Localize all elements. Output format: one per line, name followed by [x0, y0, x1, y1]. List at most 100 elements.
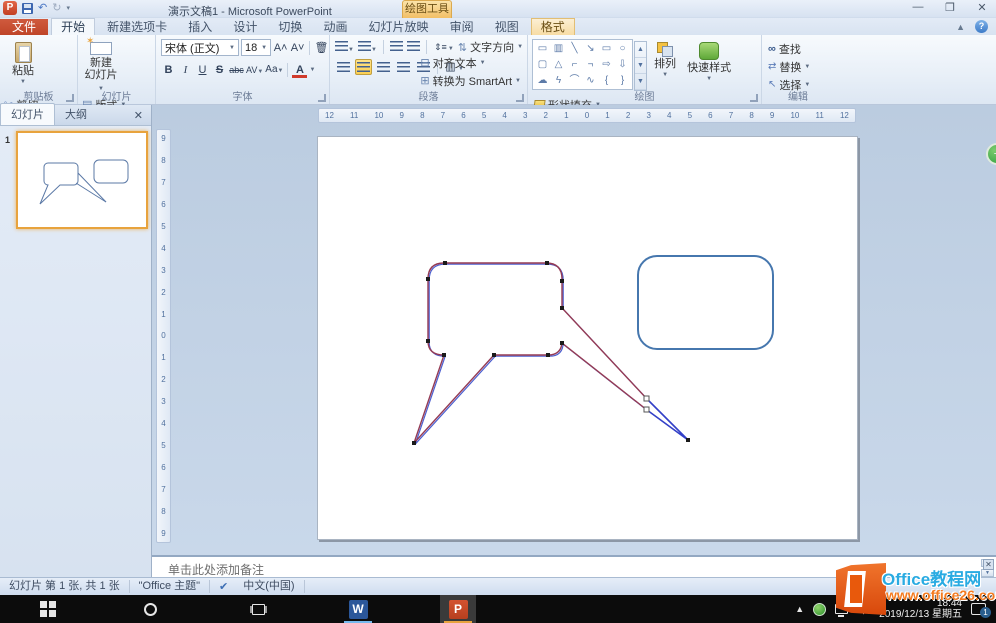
convert-smartart-button[interactable]: ⊞ 转换为 SmartArt ▼ — [420, 73, 521, 88]
shape-icon[interactable]: ☁ — [535, 73, 550, 88]
shape-icon[interactable]: ∿ — [583, 73, 598, 88]
tab-animations[interactable]: 动画 — [314, 19, 356, 36]
taskbar-powerpoint[interactable]: P — [440, 595, 476, 623]
shape-icon[interactable]: } — [615, 73, 630, 88]
search-button[interactable] — [132, 595, 168, 623]
slide-thumbnail[interactable] — [16, 131, 148, 229]
character-spacing-button[interactable]: AV▼ — [246, 62, 263, 78]
text-shadow-button[interactable]: abc — [229, 62, 244, 78]
tab-custom[interactable]: 新建选项卡 — [98, 19, 176, 36]
find-button[interactable]: ∞ 查找 — [768, 41, 810, 56]
undo-icon[interactable]: ↶ — [38, 2, 47, 14]
shape-icon[interactable]: ϟ — [551, 73, 566, 88]
tab-format[interactable]: 格式 — [530, 18, 575, 35]
notes-placeholder[interactable]: 单击此处添加备注 — [168, 563, 264, 577]
close-pane-icon[interactable]: ✕ — [126, 109, 151, 125]
new-slide-button[interactable]: 新建幻灯片 ▼ — [82, 36, 120, 95]
redo-icon[interactable]: ↻ — [52, 2, 61, 14]
shape-icon[interactable]: △ — [551, 57, 566, 72]
align-right-button[interactable] — [375, 59, 392, 75]
decrease-indent-button[interactable] — [389, 40, 403, 54]
antivirus-tray-icon[interactable] — [813, 602, 827, 616]
collapse-ribbon-icon[interactable]: ▲ — [956, 22, 965, 32]
powerpoint-app-icon[interactable]: P — [3, 1, 17, 15]
align-text-button[interactable]: ⊟ 对齐文本 ▼ — [420, 55, 521, 70]
shape-icon[interactable]: ↘ — [583, 41, 598, 56]
paste-dropdown-icon[interactable]: ▼ — [20, 79, 26, 85]
tab-file[interactable]: 文件 — [0, 19, 49, 36]
shape-icon[interactable]: ¬ — [583, 57, 598, 72]
tab-view[interactable]: 视图 — [486, 19, 528, 36]
tab-slideshow[interactable]: 幻灯片放映 — [360, 19, 438, 36]
tab-transitions[interactable]: 切换 — [269, 19, 311, 36]
tab-slides-thumbnails[interactable]: 幻灯片 — [0, 103, 55, 125]
text-direction-button[interactable]: ⇅ 文字方向 ▼ — [458, 40, 523, 55]
shape-icon[interactable]: ▥ — [551, 41, 566, 56]
shape-icon[interactable]: ╲ — [567, 41, 582, 56]
maximize-button[interactable]: ❐ — [942, 1, 958, 14]
tab-outline[interactable]: 大纲 — [55, 104, 97, 125]
font-color-dropdown-icon[interactable]: ▼ — [309, 67, 315, 73]
font-dialog-launcher-icon[interactable] — [318, 94, 326, 102]
arrange-button[interactable]: 排列 ▼ — [650, 39, 680, 95]
gallery-down-icon[interactable]: ▼ — [635, 58, 646, 74]
increase-indent-button[interactable] — [406, 40, 420, 54]
align-center-button[interactable] — [355, 59, 372, 75]
slides-pane: 幻灯片 大纲 ✕ 1 — [0, 103, 152, 577]
clipboard-dialog-launcher-icon[interactable] — [66, 94, 74, 102]
font-size-combo[interactable]: 18 ▼ — [240, 39, 272, 56]
help-icon[interactable]: ? — [975, 20, 988, 33]
taskbar-word[interactable]: W — [340, 595, 376, 623]
edit-handle-points[interactable] — [643, 395, 650, 413]
clear-formatting-button[interactable]: 🗑 — [314, 40, 329, 56]
shape-icon[interactable]: ▭ — [535, 41, 550, 56]
theme-name[interactable]: "Office 主题" — [130, 580, 211, 593]
change-case-button[interactable]: Aa▼ — [265, 62, 283, 78]
drawing-dialog-launcher-icon[interactable] — [750, 94, 758, 102]
callout-tail-segment[interactable] — [646, 398, 689, 441]
quick-styles-button[interactable]: 快速样式 ▼ — [683, 39, 735, 95]
line-spacing-button[interactable]: ⇕≡▼ — [433, 39, 454, 55]
font-color-button[interactable]: A — [292, 62, 308, 78]
tab-insert[interactable]: 插入 — [179, 19, 221, 36]
shape-icon[interactable]: ⌒ — [567, 73, 582, 88]
italic-button[interactable]: I — [178, 62, 193, 78]
language-indicator[interactable]: 中文(中国) — [234, 580, 305, 593]
tab-review[interactable]: 审阅 — [441, 19, 483, 36]
align-left-button[interactable] — [335, 59, 352, 75]
justify-button[interactable] — [395, 59, 412, 75]
qat-dropdown-icon[interactable]: ▾ — [66, 4, 70, 12]
replace-button[interactable]: ⇄ 替换 ▼ — [768, 59, 810, 74]
shape-icon[interactable]: ○ — [615, 41, 630, 56]
shape-icon[interactable]: ▢ — [535, 57, 550, 72]
shape-icon[interactable]: ⌐ — [567, 57, 582, 72]
shrink-font-button[interactable]: A˅ — [290, 40, 305, 56]
slide-editing-area[interactable]: 12 11 10 9 8 7 6 5 4 3 2 1 0 1 2 3 4 5 6 7 8 9 10 11 12 98765432… — [152, 105, 996, 555]
shape-icon[interactable]: ▭ — [599, 41, 614, 56]
paste-button[interactable]: 粘贴 ▼ — [4, 39, 42, 95]
bullets-button[interactable]: ▼ — [335, 40, 354, 54]
shape-icon[interactable]: ⇨ — [599, 57, 614, 72]
rounded-rectangle-shape[interactable] — [637, 255, 774, 350]
shape-icon[interactable]: ⇩ — [615, 57, 630, 72]
numbering-button[interactable]: ▼ — [357, 40, 377, 54]
start-button[interactable] — [30, 595, 66, 623]
tray-expand-icon[interactable]: ▲ — [795, 604, 804, 614]
save-icon[interactable] — [22, 2, 33, 14]
tab-home[interactable]: 开始 — [51, 18, 96, 35]
callout-shape-edit-path[interactable] — [413, 262, 648, 444]
font-name-combo[interactable]: 宋体 (正文) ▼ — [161, 39, 239, 56]
grow-font-button[interactable]: A˄ — [273, 40, 288, 56]
paragraph-dialog-launcher-icon[interactable] — [516, 94, 524, 102]
tab-design[interactable]: 设计 — [224, 19, 266, 36]
bold-button[interactable]: B — [161, 62, 176, 78]
shape-icon[interactable]: { — [599, 73, 614, 88]
spellcheck-icon[interactable]: ✔ — [210, 580, 234, 593]
close-button[interactable]: ✕ — [974, 1, 990, 14]
gallery-up-icon[interactable]: ▲ — [635, 42, 646, 58]
strikethrough-button[interactable]: S — [212, 62, 227, 78]
minimize-button[interactable]: — — [910, 1, 926, 14]
watermark-close-icon[interactable]: ✕ — [983, 559, 994, 570]
task-view-button[interactable] — [240, 595, 276, 623]
underline-button[interactable]: U — [195, 62, 210, 78]
